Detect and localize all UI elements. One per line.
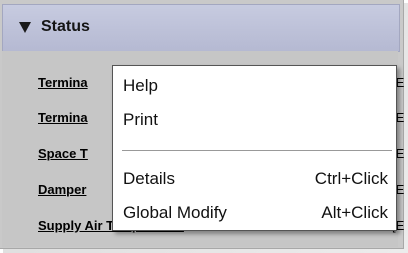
row-label-terminal-1[interactable]: Termina <box>38 75 88 90</box>
collapse-triangle-icon[interactable] <box>19 22 31 33</box>
menu-item-shortcut: Alt+Click <box>321 203 388 222</box>
menu-item-print[interactable]: Print <box>113 108 396 134</box>
menu-item-label: Print <box>123 110 158 129</box>
menu-item-label: Details <box>123 169 175 188</box>
section-title: Status <box>41 18 90 35</box>
row-label-space-temp[interactable]: Space T <box>38 146 88 161</box>
section-header[interactable]: Status <box>2 4 400 52</box>
row-label-terminal-2[interactable]: Termina <box>38 110 88 125</box>
menu-separator <box>122 150 392 152</box>
menu-item-help[interactable]: Help <box>113 74 396 100</box>
menu-item-details[interactable]: Details Ctrl+Click <box>113 167 396 193</box>
menu-item-label: Global Modify <box>123 203 227 222</box>
context-menu: Help Print Details Ctrl+Click Global Mod… <box>112 65 397 231</box>
menu-item-global-modify[interactable]: Global Modify Alt+Click <box>113 201 396 227</box>
menu-item-label: Help <box>123 76 158 95</box>
row-label-damper[interactable]: Damper <box>38 182 86 197</box>
menu-item-shortcut: Ctrl+Click <box>314 169 388 188</box>
